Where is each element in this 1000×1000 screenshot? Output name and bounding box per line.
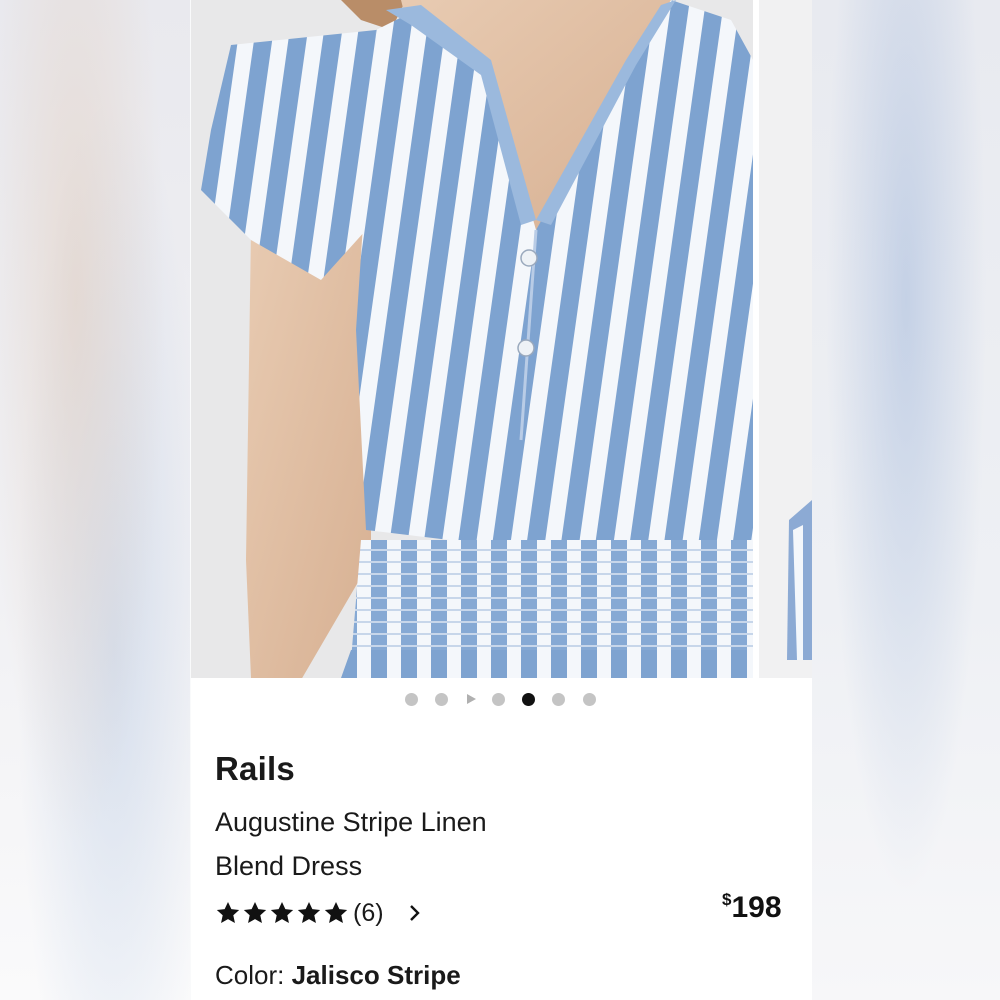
product-name-line-1: Augustine Stripe Linen	[215, 807, 487, 837]
next-image-peek[interactable]	[759, 0, 812, 678]
carousel-dot-active[interactable]	[522, 693, 535, 706]
rating-summary[interactable]: (6)	[215, 895, 422, 931]
play-icon[interactable]	[467, 694, 476, 704]
star-icon	[324, 901, 348, 923]
rating-count: (6)	[353, 898, 384, 927]
carousel-dot[interactable]	[492, 693, 505, 706]
price-amount: 198	[731, 891, 782, 924]
carousel-dot[interactable]	[583, 693, 596, 706]
price: $198	[722, 890, 782, 925]
star-icon	[243, 901, 267, 923]
color-selection: Color: Jalisco Stripe	[215, 960, 461, 991]
background-blur-left	[0, 0, 190, 1000]
star-icon	[270, 901, 294, 923]
carousel-indicators	[405, 692, 605, 708]
background-blur-right	[812, 0, 1000, 1000]
carousel-dot[interactable]	[405, 693, 418, 706]
product-photo-illustration	[191, 0, 753, 678]
star-icon	[297, 901, 321, 923]
star-icon	[216, 901, 240, 923]
carousel-dot[interactable]	[552, 693, 565, 706]
color-label: Color:	[215, 960, 285, 990]
product-name-line-2: Blend Dress	[215, 851, 363, 881]
chevron-right-icon[interactable]	[408, 902, 422, 924]
star-rating	[215, 900, 349, 926]
brand-name[interactable]: Rails	[215, 750, 295, 788]
color-value: Jalisco Stripe	[291, 960, 461, 990]
product-name: Augustine Stripe Linen Blend Dress	[215, 800, 595, 888]
carousel-dot[interactable]	[435, 693, 448, 706]
product-image[interactable]	[191, 0, 753, 678]
